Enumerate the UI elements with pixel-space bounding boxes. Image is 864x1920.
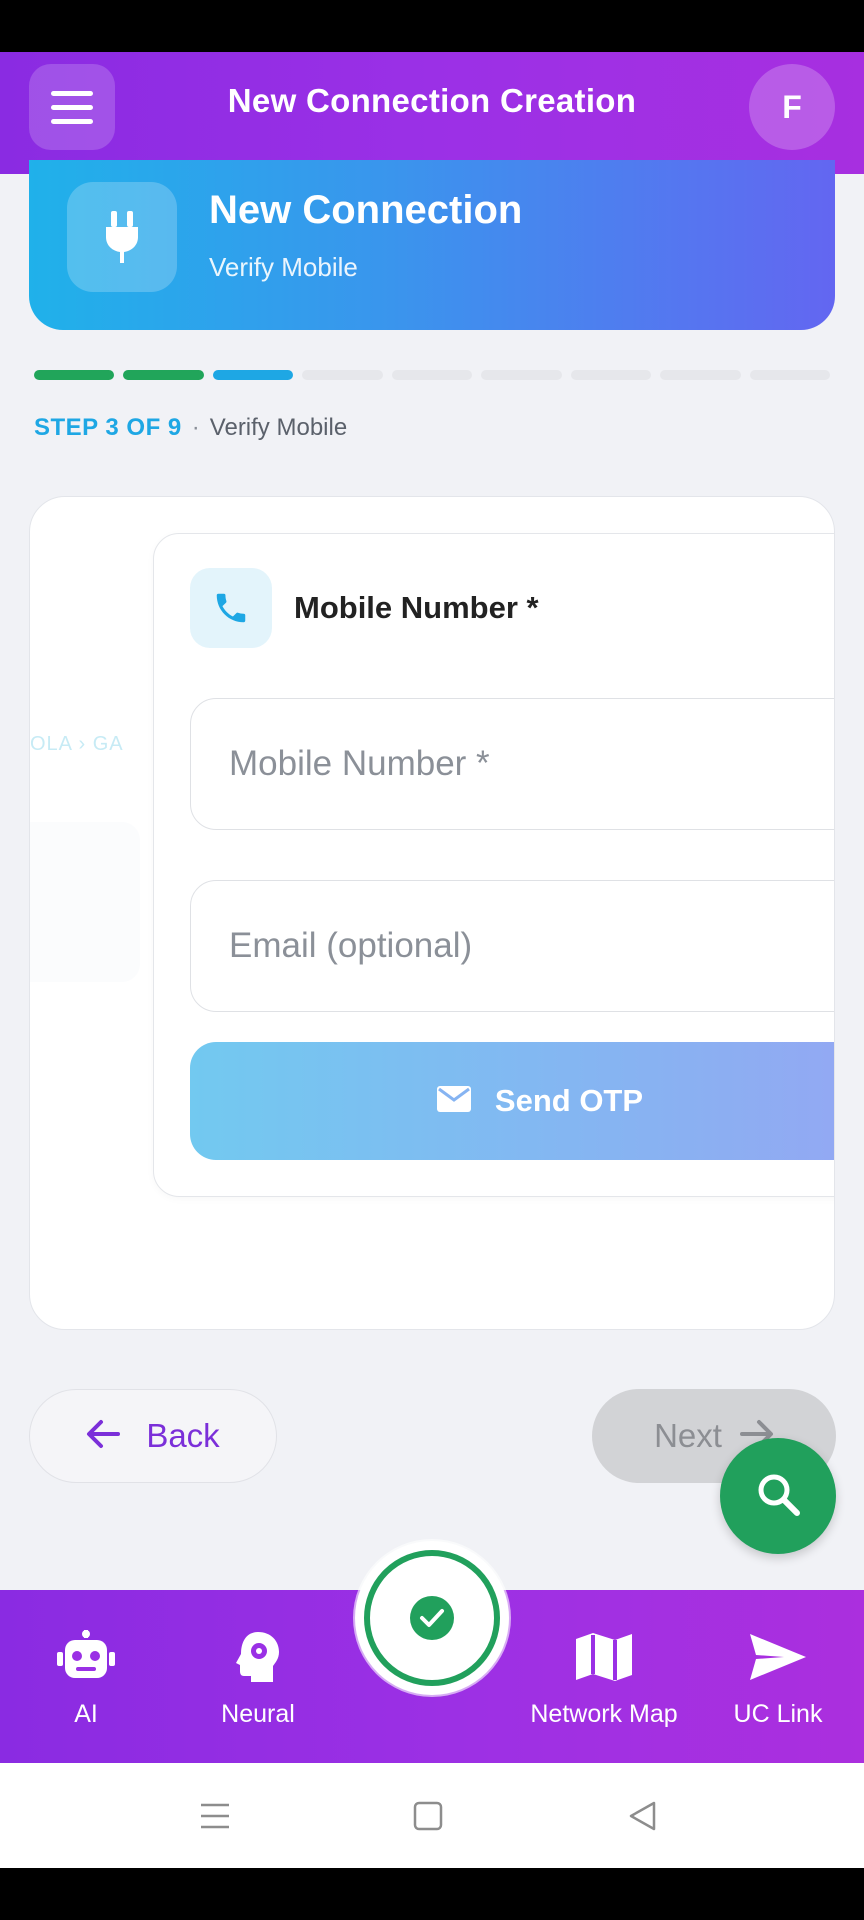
field-title: Mobile Number * <box>294 590 539 625</box>
mobile-input-box[interactable] <box>190 698 834 830</box>
status-bar <box>0 0 864 52</box>
recent-apps-icon[interactable] <box>180 1783 250 1849</box>
ghost-breadcrumb: OLA › GA <box>30 733 124 755</box>
plug-icon <box>67 182 177 292</box>
field-header: Mobile Number * <box>190 568 539 648</box>
step-count: STEP 3 OF 9 <box>34 414 182 441</box>
send-otp-label: Send OTP <box>494 1083 644 1118</box>
system-navigation-bar <box>0 1763 864 1868</box>
search-icon <box>755 1471 801 1522</box>
avatar[interactable]: F <box>749 64 835 150</box>
progress-segment <box>302 370 383 380</box>
app-header: New Connection Creation F <box>0 52 864 174</box>
progress-segment <box>212 370 294 380</box>
step-progress-bar <box>34 370 830 380</box>
progress-segment <box>749 370 830 380</box>
check-circle-icon <box>410 1596 454 1640</box>
hero-title: New Connection <box>209 188 523 232</box>
step-content-card: OLA › GA Mobile Number * Send <box>29 496 835 1330</box>
map-icon <box>574 1630 634 1684</box>
progress-segment <box>660 370 741 380</box>
nav-label-uc-link: UC Link <box>733 1700 823 1728</box>
nav-item-neural[interactable]: Neural <box>208 1590 308 1763</box>
progress-segment <box>481 370 562 380</box>
nav-item-ai[interactable]: AI <box>36 1590 136 1763</box>
bottom-bezel <box>0 1868 864 1920</box>
phone-icon <box>190 568 272 648</box>
hamburger-menu-icon[interactable] <box>29 64 115 150</box>
mobile-form-card: Mobile Number * Send OTP <box>153 533 834 1197</box>
back-label: Back <box>146 1417 220 1454</box>
email-input-box[interactable] <box>190 880 834 1012</box>
center-action-button[interactable] <box>355 1541 509 1695</box>
page-title: New Connection Creation <box>227 82 637 119</box>
step-indicator: STEP 3 OF 9 · Verify Mobile <box>34 414 347 442</box>
back-button[interactable]: Back <box>29 1389 277 1483</box>
search-fab-button[interactable] <box>720 1438 836 1554</box>
send-icon <box>748 1630 808 1684</box>
robot-icon <box>57 1630 115 1684</box>
send-otp-button[interactable]: Send OTP <box>190 1042 834 1160</box>
nav-label-ai: AI <box>74 1700 98 1728</box>
ghost-panel <box>30 822 140 982</box>
progress-segment <box>34 370 115 380</box>
next-label: Next <box>654 1417 722 1454</box>
mobile-number-input[interactable] <box>229 699 829 829</box>
arrow-left-icon <box>86 1419 121 1454</box>
step-separator: · <box>191 414 200 441</box>
progress-segment <box>123 370 204 380</box>
mail-icon <box>436 1085 471 1117</box>
nav-label-neural: Neural <box>221 1700 295 1728</box>
nav-item-network-map[interactable]: Network Map <box>514 1590 694 1763</box>
back-triangle-icon[interactable] <box>607 1783 677 1849</box>
home-icon[interactable] <box>393 1783 463 1849</box>
step-name: Verify Mobile <box>209 414 348 441</box>
nav-item-uc-link[interactable]: UC Link <box>720 1590 836 1763</box>
email-input[interactable] <box>229 881 829 1011</box>
brain-gear-icon <box>235 1630 281 1684</box>
hero-subtitle: Verify Mobile <box>209 252 358 282</box>
progress-segment <box>570 370 652 380</box>
progress-segment <box>391 370 473 380</box>
nav-label-network-map: Network Map <box>530 1700 678 1728</box>
hero-card: New Connection Verify Mobile <box>29 160 835 330</box>
